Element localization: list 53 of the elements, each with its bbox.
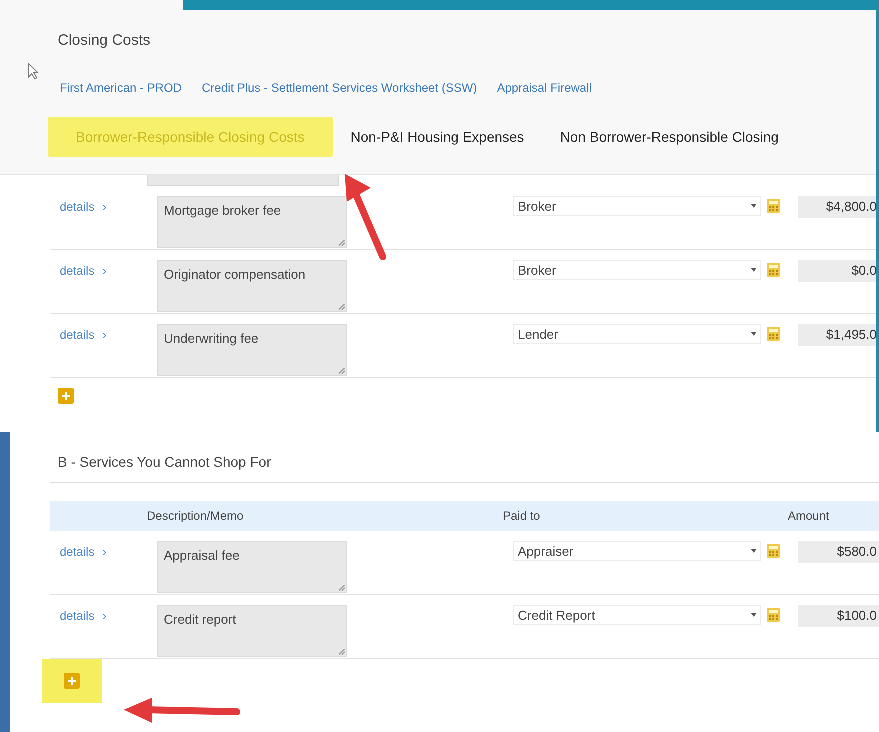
dropdown-caret-icon[interactable]: [751, 613, 757, 617]
chevron-icon: ›: [102, 264, 107, 313]
chevron-icon: ›: [102, 609, 107, 658]
calculator-icon[interactable]: [767, 199, 780, 213]
dropdown-caret-icon[interactable]: [751, 549, 757, 553]
page-title: Closing Costs: [58, 32, 152, 49]
calculator-icon[interactable]: [767, 544, 780, 558]
description-field[interactable]: Underwriting fee: [157, 324, 347, 376]
paid-to-dropdown[interactable]: Broker: [513, 260, 761, 280]
integration-link[interactable]: First American - PROD: [60, 81, 182, 95]
dropdown-caret-icon[interactable]: [751, 332, 757, 336]
section-title: B - Services You Cannot Shop For: [50, 448, 879, 483]
add-icon[interactable]: [42, 659, 102, 703]
resize-grip-icon[interactable]: [339, 585, 345, 591]
paid-to-dropdown[interactable]: Appraiser: [513, 541, 761, 561]
calculator-icon[interactable]: [767, 327, 780, 341]
cursor-icon: [28, 63, 40, 80]
description-field[interactable]: Appraisal fee: [157, 541, 347, 593]
column-header: Paid to: [503, 509, 542, 523]
column-header: Amount: [788, 509, 830, 523]
details-link[interactable]: details: [60, 264, 95, 313]
chevron-icon: ›: [102, 200, 107, 249]
details-link[interactable]: details: [60, 609, 95, 658]
paid-to-dropdown[interactable]: Lender: [513, 324, 761, 344]
details-link[interactable]: details: [60, 328, 95, 377]
amount-field[interactable]: $1,495.0: [798, 324, 879, 346]
amount-field[interactable]: $580.0: [798, 541, 879, 563]
dropdown-caret-icon[interactable]: [751, 204, 757, 208]
chevron-icon: ›: [102, 545, 107, 594]
description-field[interactable]: Originator compensation: [157, 260, 347, 312]
integration-link[interactable]: Credit Plus - Settlement Services Worksheet (SSW): [202, 81, 478, 95]
add-icon[interactable]: [58, 388, 74, 404]
paid-to-dropdown[interactable]: Broker: [513, 196, 761, 216]
chevron-icon: ›: [102, 328, 107, 377]
amount-field[interactable]: $4,800.0: [798, 196, 879, 218]
amount-field[interactable]: $100.0: [798, 605, 879, 627]
column-header: Description/Memo: [147, 509, 245, 523]
resize-grip-icon[interactable]: [339, 649, 345, 655]
integration-link[interactable]: Appraisal Firewall: [497, 81, 592, 95]
tab[interactable]: Non-P&I Housing Expenses: [332, 117, 542, 157]
description-field[interactable]: Credit report: [157, 605, 347, 657]
details-link[interactable]: details: [60, 545, 95, 594]
resize-grip-icon[interactable]: [339, 304, 345, 310]
description-field[interactable]: Mortgage broker fee: [157, 196, 347, 248]
resize-grip-icon[interactable]: [339, 368, 345, 374]
paid-to-dropdown[interactable]: Credit Report: [513, 605, 761, 625]
calculator-icon[interactable]: [767, 263, 780, 277]
tab[interactable]: Non Borrower-Responsible Closing: [542, 117, 797, 157]
amount-field[interactable]: $0.0: [798, 260, 879, 282]
details-link[interactable]: details: [60, 200, 95, 249]
resize-grip-icon[interactable]: [339, 240, 345, 246]
dropdown-caret-icon[interactable]: [751, 268, 757, 272]
calculator-icon[interactable]: [767, 608, 780, 622]
